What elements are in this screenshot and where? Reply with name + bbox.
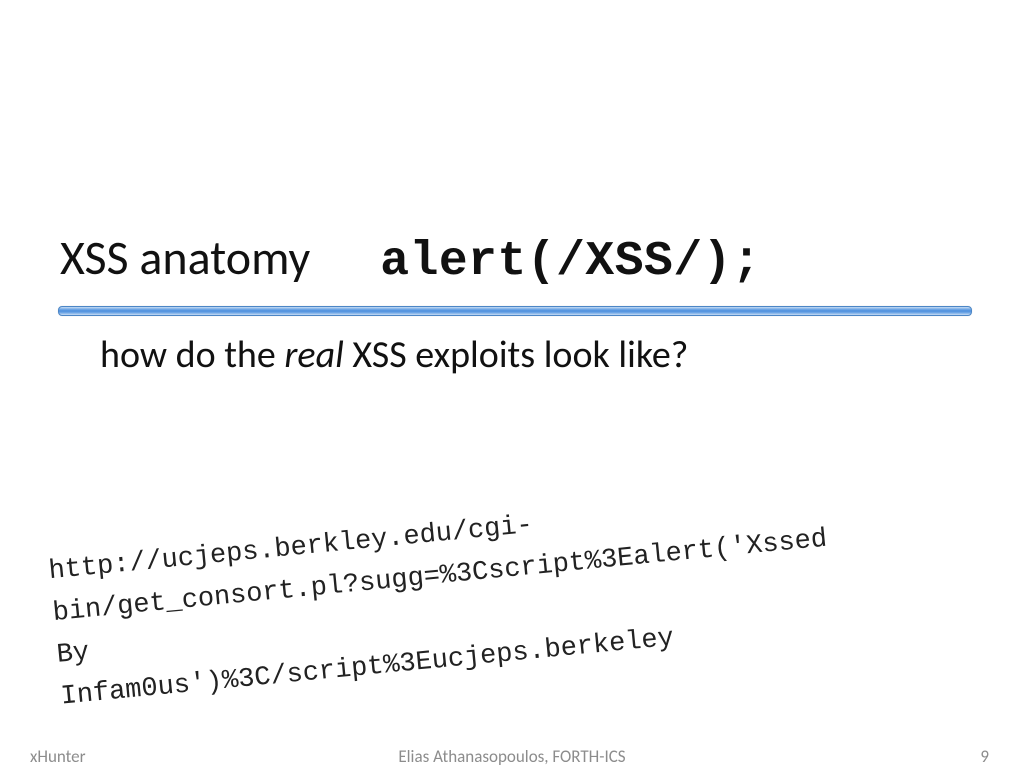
footer-center: Elias Athanasopoulos, FORTH-ICS [0,746,1024,767]
footer-page-number: 9 [980,746,989,767]
subtitle-emph: real [284,332,343,378]
title-plain-text: XSS anatomy [60,228,310,287]
slide: XSS anatomy alert(/XSS/); how do the real… [0,0,1024,768]
subtitle-post: XSS exploits look like? [344,332,689,378]
subtitle-pre: how do the [100,332,284,378]
title-divider [58,306,972,316]
example-url-block: http://ucjeps.berkley.edu/cgi- bin/get_c… [47,463,989,719]
slide-subtitle: how do the real XSS exploits look like? [100,332,688,378]
title-code-text: alert(/XSS/); [380,235,761,289]
slide-title: XSS anatomy alert(/XSS/); [60,228,761,289]
